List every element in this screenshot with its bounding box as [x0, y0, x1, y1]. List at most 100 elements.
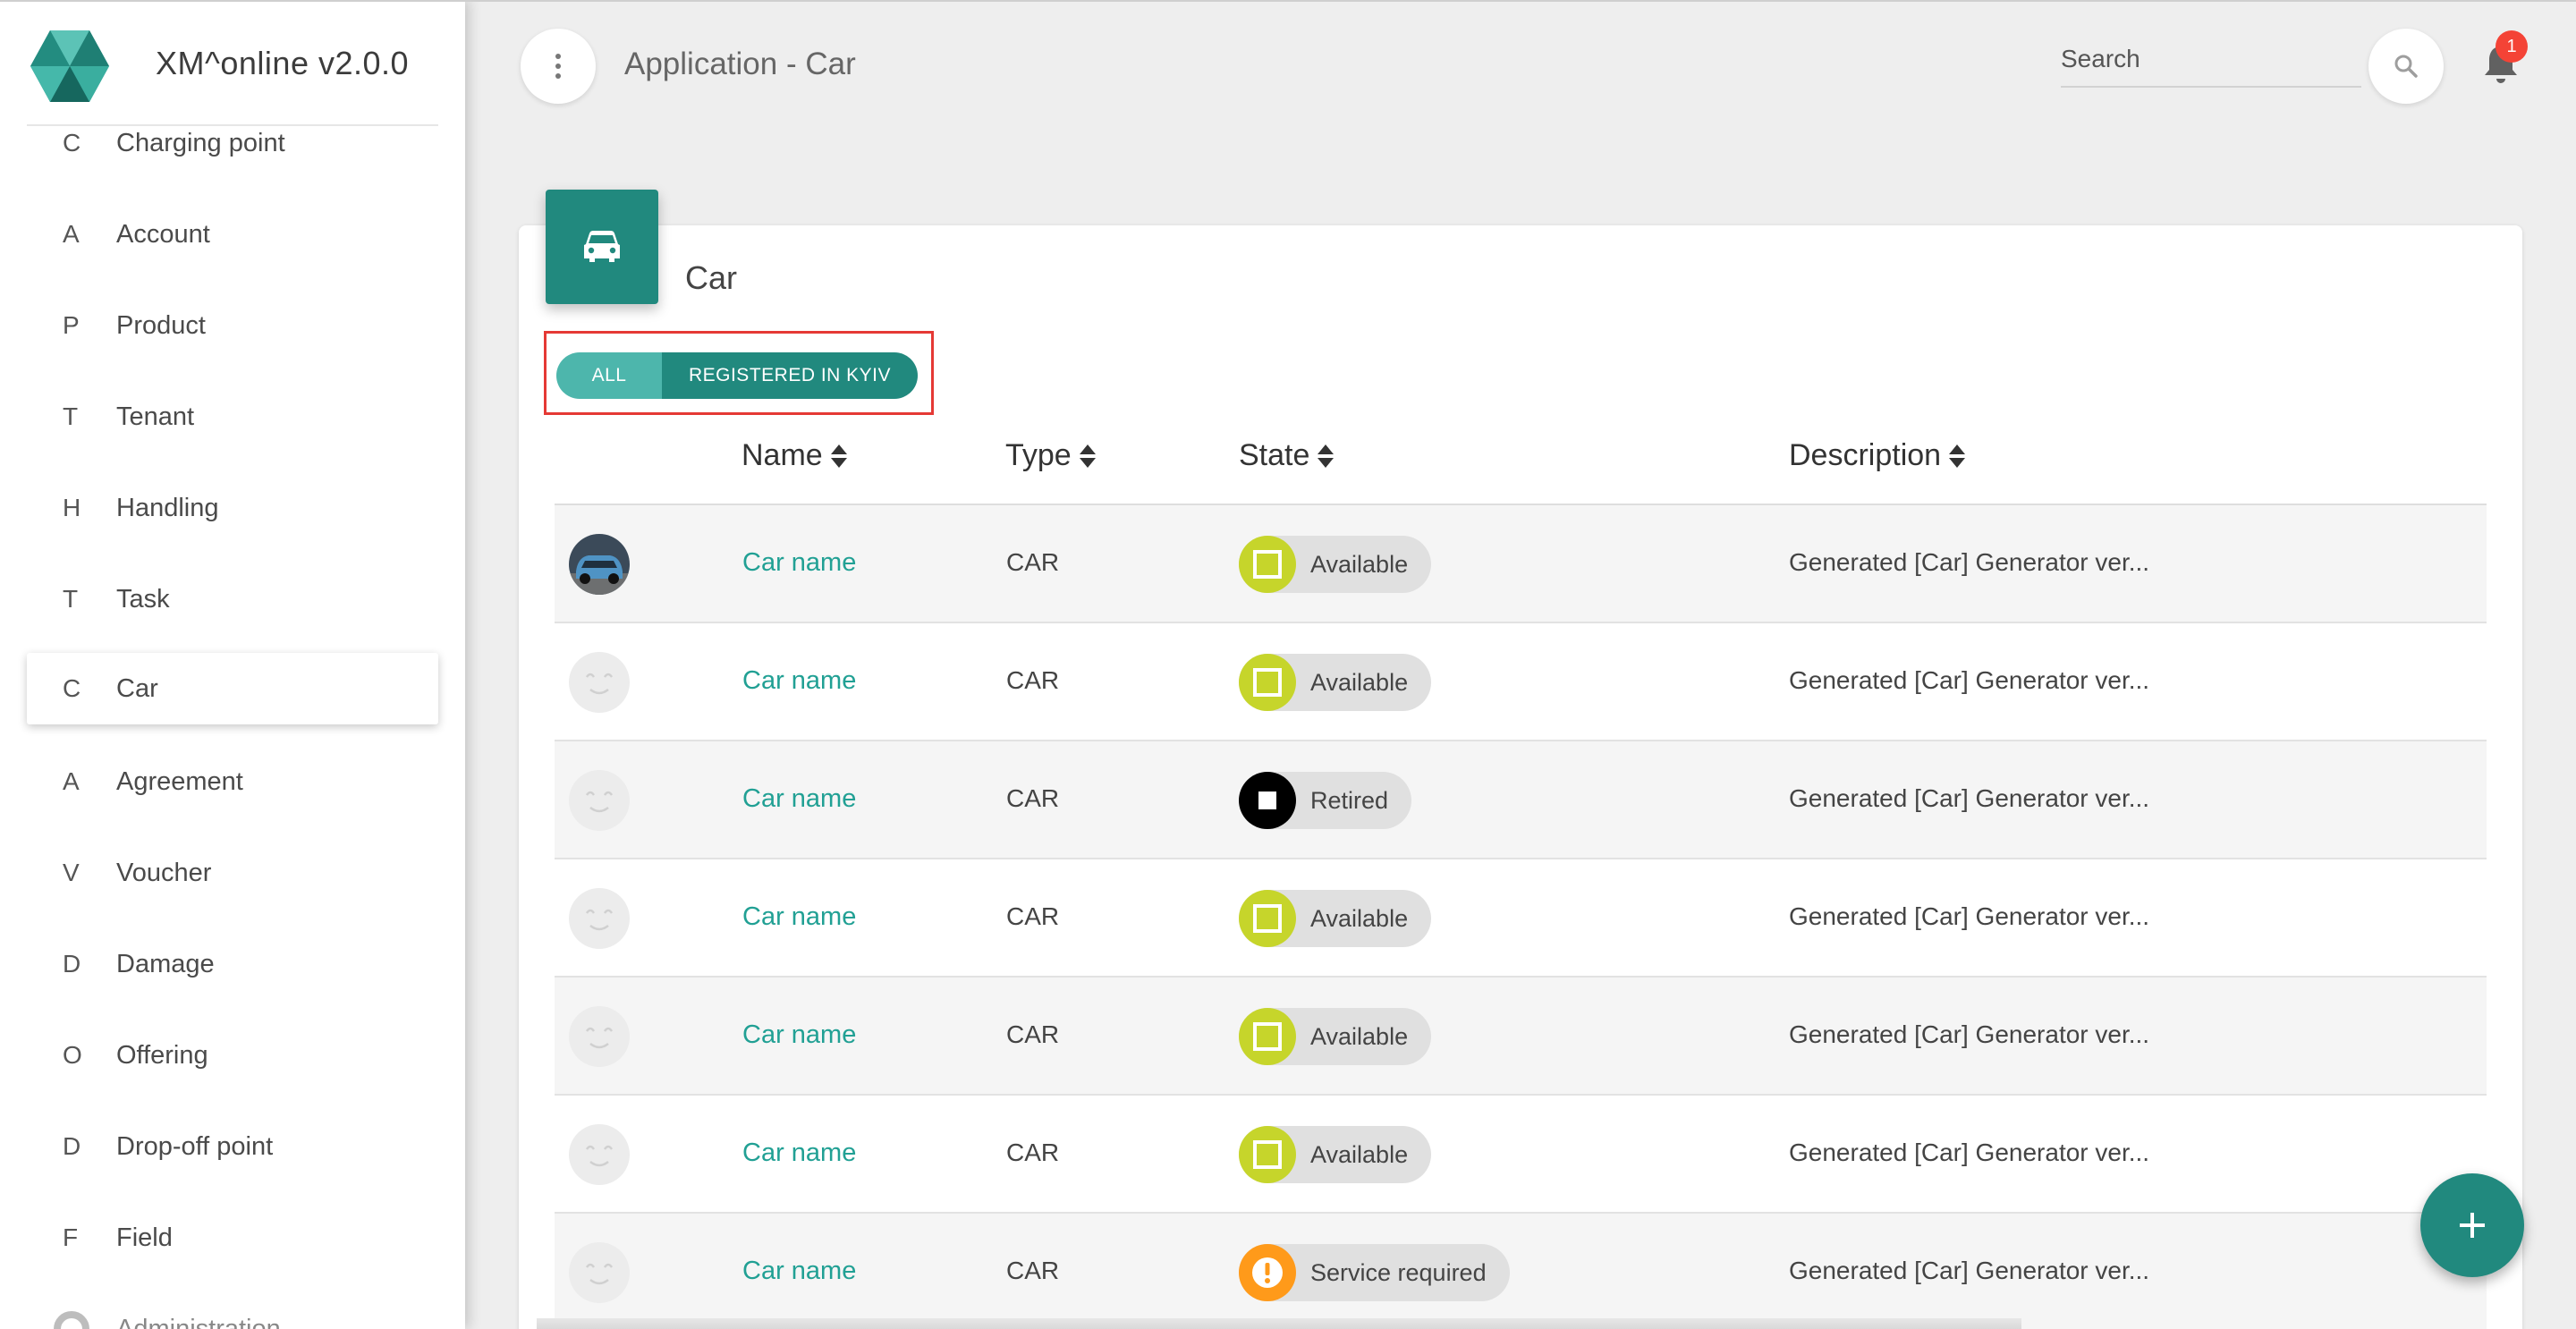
column-header-description[interactable]: Description — [1789, 438, 1966, 473]
car-name-link[interactable]: Car name — [742, 548, 856, 578]
table-row[interactable]: Car name CAR Available Generated [Car] G… — [555, 623, 2487, 741]
add-car-button[interactable] — [2420, 1173, 2524, 1277]
sidebar-item-letter: T — [63, 402, 79, 430]
car-description: Generated [Car] Generator ver... — [1789, 1020, 2150, 1048]
card-title: Car — [685, 259, 738, 296]
car-type: CAR — [1006, 1139, 1060, 1166]
car-description: Generated [Car] Generator ver... — [1789, 784, 2150, 812]
filter-all-button[interactable]: ALL — [556, 352, 662, 399]
sidebar-item-damage[interactable]: D Damage — [27, 928, 438, 1000]
search-icon — [2394, 55, 2418, 78]
sidebar-item-letter: P — [63, 311, 80, 339]
sidebar-item-account[interactable]: A Account — [27, 199, 438, 270]
car-name-link[interactable]: Car name — [742, 1139, 856, 1168]
state-chip: Retired — [1239, 772, 1412, 829]
sidebar-item-label: Drop-off point — [116, 1131, 274, 1161]
plus-icon — [2460, 1213, 2485, 1238]
car-type: CAR — [1006, 548, 1060, 576]
card-header-icon — [546, 190, 658, 304]
app-logo-icon — [30, 30, 109, 102]
sidebar-item-administration[interactable]: Administration — [27, 1293, 438, 1329]
app-title: XM^online v2.0.0 — [156, 45, 410, 81]
smiley-placeholder-icon — [585, 1145, 614, 1167]
column-header-label: Description — [1789, 438, 1942, 472]
sidebar-item-label: Field — [116, 1223, 173, 1252]
sidebar-item-letter: O — [63, 1041, 82, 1069]
sidebar-item-label: Administration — [116, 1314, 281, 1329]
sidebar-item-product[interactable]: P Product — [27, 290, 438, 361]
sidebar-item-label: Damage — [116, 949, 215, 978]
sidebar-item-letter: A — [63, 220, 80, 248]
car-type: CAR — [1006, 1020, 1060, 1048]
car-type: CAR — [1006, 902, 1060, 930]
sidebar-item-letter: A — [63, 767, 80, 795]
brand[interactable]: XM^online v2.0.0 — [0, 0, 465, 125]
sidebar-item-label: Agreement — [116, 766, 243, 796]
state-chip: Available — [1239, 654, 1432, 711]
car-type: CAR — [1006, 784, 1060, 812]
available-state-icon — [1239, 890, 1296, 947]
car-name-link[interactable]: Car name — [742, 1257, 856, 1286]
sidebar-item-letter: T — [63, 585, 79, 613]
sidebar-item-letter: F — [63, 1223, 79, 1251]
car-icon — [584, 231, 620, 262]
car-description: Generated [Car] Generator ver... — [1789, 548, 2150, 576]
car-description: Generated [Car] Generator ver... — [1789, 1139, 2150, 1166]
sidebar-item-field[interactable]: F Field — [27, 1202, 438, 1274]
state-label: Available — [1310, 550, 1409, 578]
sidebar-item-letter: C — [63, 674, 81, 702]
sidebar-item-offering[interactable]: O Offering — [27, 1020, 438, 1091]
state-label: Available — [1310, 668, 1409, 696]
sidebar-item-label: Handling — [116, 493, 219, 522]
sidebar-item-task[interactable]: T Task — [27, 563, 438, 635]
search-field[interactable] — [2061, 39, 2361, 88]
sidebar-item-tenant[interactable]: T Tenant — [27, 381, 438, 453]
car-description: Generated [Car] Generator ver... — [1789, 1257, 2150, 1284]
sort-icon — [1079, 444, 1096, 468]
sidebar-item-letter: H — [63, 494, 81, 521]
car-name-link[interactable]: Car name — [742, 784, 856, 814]
car-name-link[interactable]: Car name — [742, 902, 856, 932]
avatar-placeholder — [569, 652, 630, 713]
state-chip: Available — [1239, 1008, 1432, 1065]
search-button[interactable] — [2368, 29, 2444, 104]
notification-count-badge: 1 — [2496, 30, 2528, 63]
sidebar-item-letter: D — [63, 950, 81, 978]
sort-icon — [1318, 444, 1335, 468]
sidebar-item-label: Account — [116, 219, 210, 249]
table-row[interactable]: Car name CAR Available Generated [Car] G… — [555, 978, 2487, 1096]
filter-registered-in-kyiv-button[interactable]: REGISTERED IN KYIV — [662, 352, 918, 399]
state-chip: Available — [1239, 1126, 1432, 1183]
table-row[interactable]: Car name CAR Available Generated [Car] G… — [555, 859, 2487, 978]
sidebar-item-label: Task — [116, 584, 170, 614]
sort-icon — [1949, 444, 1966, 468]
more-menu-button[interactable] — [521, 29, 596, 104]
retired-stop-icon — [1239, 772, 1296, 829]
car-name-link[interactable]: Car name — [742, 1020, 856, 1050]
sidebar-item-label: Car — [116, 673, 158, 703]
smiley-placeholder-icon — [585, 1027, 614, 1049]
table-row[interactable]: Car name CAR Service required Generated … — [555, 1214, 2487, 1329]
table-row[interactable]: Car name CAR Available Generated [Car] G… — [555, 1096, 2487, 1214]
column-header-type[interactable]: Type — [1005, 438, 1097, 473]
search-input[interactable] — [2061, 39, 2361, 79]
sidebar: XM^online v2.0.0 C Charging point A Acco… — [0, 0, 465, 1329]
table-row[interactable]: Car name CAR Retired Generated [Car] Gen… — [555, 741, 2487, 859]
table-row[interactable]: Car name CAR Available Generated [Car] G… — [555, 505, 2487, 623]
sidebar-item-agreement[interactable]: A Agreement — [27, 746, 438, 817]
sidebar-item-handling[interactable]: H Handling — [27, 472, 438, 544]
sidebar-item-voucher[interactable]: V Voucher — [27, 837, 438, 909]
car-name-link[interactable]: Car name — [742, 666, 856, 696]
sidebar-item-charging-point[interactable]: C Charging point — [27, 107, 438, 179]
column-header-state[interactable]: State — [1239, 438, 1335, 473]
sidebar-item-car[interactable]: C Car — [27, 653, 438, 724]
avatar-placeholder — [569, 770, 630, 831]
sidebar-item-label: Voucher — [116, 858, 212, 887]
car-type: CAR — [1006, 666, 1060, 694]
filter-toggle-group: ALL REGISTERED IN KYIV — [556, 352, 918, 399]
car-description: Generated [Car] Generator ver... — [1789, 666, 2150, 694]
column-header-name[interactable]: Name — [741, 438, 848, 473]
state-label: Available — [1310, 1022, 1409, 1050]
sidebar-item-drop-off-point[interactable]: D Drop-off point — [27, 1111, 438, 1182]
smiley-placeholder-icon — [585, 673, 614, 695]
